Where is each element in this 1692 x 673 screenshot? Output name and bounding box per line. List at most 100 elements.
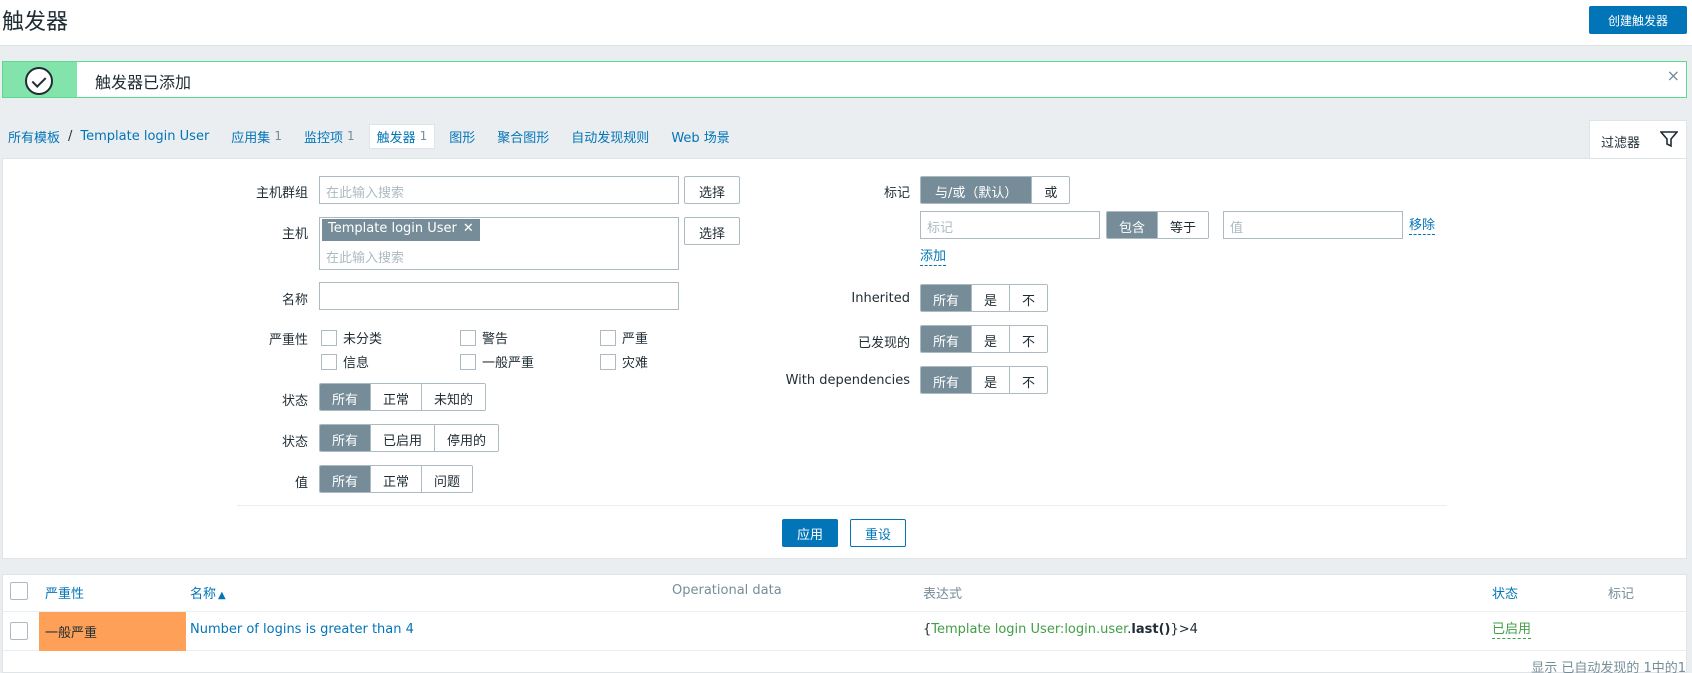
filter-tab[interactable]: 过滤器 xyxy=(1589,120,1687,159)
page-header: 触发器 创建触发器 xyxy=(0,0,1692,46)
status-option-all[interactable]: 所有 xyxy=(320,425,372,451)
tag-value-input[interactable]: 值 xyxy=(1223,211,1403,239)
severity-not-classified[interactable]: 未分类 xyxy=(321,328,382,347)
with-dependencies-option-no[interactable]: 不 xyxy=(1010,367,1048,393)
breadcrumb-all-templates[interactable]: 所有模板 xyxy=(8,127,60,146)
tab-triggers[interactable]: 触发器 1 xyxy=(368,123,436,149)
status-segmented[interactable]: 所有 已启用 停用的 xyxy=(319,424,500,452)
tag-name-input[interactable]: 标记 xyxy=(920,211,1100,239)
severity-warning-label: 警告 xyxy=(482,332,509,347)
host-select-button[interactable]: 选择 xyxy=(684,217,740,245)
breadcrumb-template[interactable]: Template login User xyxy=(80,129,209,144)
filter-divider xyxy=(237,505,1447,506)
tab-graphs[interactable]: 图形 xyxy=(449,127,475,146)
select-all-checkbox[interactable] xyxy=(10,582,28,600)
tab-items-count: 1 xyxy=(346,129,355,143)
host-group-input[interactable]: 在此输入搜索 xyxy=(319,176,679,204)
state-segmented[interactable]: 所有 正常 未知的 xyxy=(319,383,487,411)
breadcrumb-separator: / xyxy=(68,128,73,144)
severity-information[interactable]: 信息 xyxy=(321,352,369,371)
tab-screens-label[interactable]: 聚合图形 xyxy=(497,127,549,146)
tab-applications-label[interactable]: 应用集 xyxy=(231,127,270,146)
remove-icon[interactable]: ✕ xyxy=(463,221,474,236)
severity-average-label: 一般严重 xyxy=(482,356,535,371)
trigger-name-link[interactable]: Number of logins is greater than 4 xyxy=(190,622,414,637)
tab-web-scenarios[interactable]: Web 场景 xyxy=(671,127,729,146)
checkbox[interactable] xyxy=(321,353,337,370)
severity-warning[interactable]: 警告 xyxy=(460,328,508,347)
close-icon[interactable]: × xyxy=(1667,66,1680,85)
column-name-label[interactable]: 名称 xyxy=(190,587,216,602)
value-segmented[interactable]: 所有 正常 问题 xyxy=(319,465,474,493)
with-dependencies-segmented[interactable]: 所有 是 不 xyxy=(920,366,1049,394)
inherited-option-all[interactable]: 所有 xyxy=(921,285,973,311)
severity-average[interactable]: 一般严重 xyxy=(460,352,534,371)
value-option-all[interactable]: 所有 xyxy=(320,466,372,492)
inherited-option-no[interactable]: 不 xyxy=(1010,285,1048,311)
with-dependencies-option-yes[interactable]: 是 xyxy=(972,367,1011,393)
discovered-option-all[interactable]: 所有 xyxy=(921,326,973,352)
column-severity[interactable]: 严重性 xyxy=(45,583,84,602)
severity-high[interactable]: 严重 xyxy=(600,328,648,347)
expression-function: last() xyxy=(1131,622,1171,637)
tags-operator-and-or[interactable]: 与/或（默认） xyxy=(921,177,1033,203)
tag-match-contains[interactable]: 包含 xyxy=(1107,212,1159,238)
tab-graphs-label[interactable]: 图形 xyxy=(449,127,475,146)
host-chip-label: Template login User xyxy=(328,221,457,236)
name-label: 名称 xyxy=(281,293,308,308)
tab-discovery-rules[interactable]: 自动发现规则 xyxy=(571,127,649,146)
table-row: 一般严重 Number of logins is greater than 4 … xyxy=(3,611,1686,651)
state-option-unknown[interactable]: 未知的 xyxy=(422,384,486,410)
host-group-select-button[interactable]: 选择 xyxy=(684,176,740,204)
apply-button[interactable]: 应用 xyxy=(782,519,838,547)
tab-screens[interactable]: 聚合图形 xyxy=(497,127,549,146)
status-option-enabled[interactable]: 已启用 xyxy=(371,425,436,451)
checkbox[interactable] xyxy=(460,353,476,370)
severity-disaster[interactable]: 灾难 xyxy=(600,352,648,371)
status-option-disabled[interactable]: 停用的 xyxy=(435,425,499,451)
discovered-segmented[interactable]: 所有 是 不 xyxy=(920,325,1049,353)
tab-items-label[interactable]: 监控项 xyxy=(304,127,343,146)
reset-button[interactable]: 重设 xyxy=(850,519,906,547)
discovered-option-yes[interactable]: 是 xyxy=(972,326,1011,352)
value-option-problem[interactable]: 问题 xyxy=(422,466,473,492)
host-chip: Template login User ✕ xyxy=(322,219,480,241)
host-group-label: 主机群组 xyxy=(255,186,308,201)
checkbox[interactable] xyxy=(460,329,476,346)
tab-applications[interactable]: 应用集 1 xyxy=(231,127,282,146)
severity-cell: 一般严重 xyxy=(39,612,186,651)
tag-match-equals[interactable]: 等于 xyxy=(1158,212,1209,238)
column-status[interactable]: 状态 xyxy=(1492,583,1518,602)
tab-discovery-rules-label[interactable]: 自动发现规则 xyxy=(571,127,649,146)
column-name[interactable]: 名称 ▲ xyxy=(190,583,226,602)
tag-add-link[interactable]: 添加 xyxy=(920,249,947,266)
tag-match-segmented[interactable]: 包含 等于 xyxy=(1106,211,1210,239)
row-checkbox[interactable] xyxy=(10,622,28,640)
inherited-segmented[interactable]: 所有 是 不 xyxy=(920,284,1049,312)
breadcrumb: 所有模板 / Template login User 应用集 1 监控项 1 触发器… xyxy=(8,122,752,150)
expression-item-link[interactable]: Template login User:login.user xyxy=(931,622,1127,637)
value-option-ok[interactable]: 正常 xyxy=(371,466,423,492)
status-toggle-link[interactable]: 已启用 xyxy=(1492,622,1532,639)
state-option-normal[interactable]: 正常 xyxy=(371,384,423,410)
inherited-label: Inherited xyxy=(851,291,910,306)
checkbox[interactable] xyxy=(600,329,616,346)
checkbox[interactable] xyxy=(321,329,337,346)
inherited-option-yes[interactable]: 是 xyxy=(972,285,1011,311)
tags-operator-or[interactable]: 或 xyxy=(1032,177,1070,203)
name-input[interactable] xyxy=(319,282,679,310)
checkbox[interactable] xyxy=(600,353,616,370)
tags-operator-segmented[interactable]: 与/或（默认） 或 xyxy=(920,176,1071,204)
success-message: 触发器已添加 × xyxy=(2,61,1687,98)
tab-triggers-label[interactable]: 触发器 xyxy=(377,127,416,146)
tag-remove-link[interactable]: 移除 xyxy=(1409,218,1436,235)
discovered-option-no[interactable]: 不 xyxy=(1010,326,1048,352)
filter-tab-label: 过滤器 xyxy=(1601,136,1641,151)
state-option-all[interactable]: 所有 xyxy=(320,384,372,410)
severity-information-label: 信息 xyxy=(343,356,370,371)
expression-close: }>4 xyxy=(1170,622,1198,637)
create-trigger-button[interactable]: 创建触发器 xyxy=(1589,6,1687,34)
with-dependencies-option-all[interactable]: 所有 xyxy=(921,367,973,393)
tab-items[interactable]: 监控项 1 xyxy=(304,127,355,146)
tab-web-scenarios-label[interactable]: Web 场景 xyxy=(671,127,729,146)
